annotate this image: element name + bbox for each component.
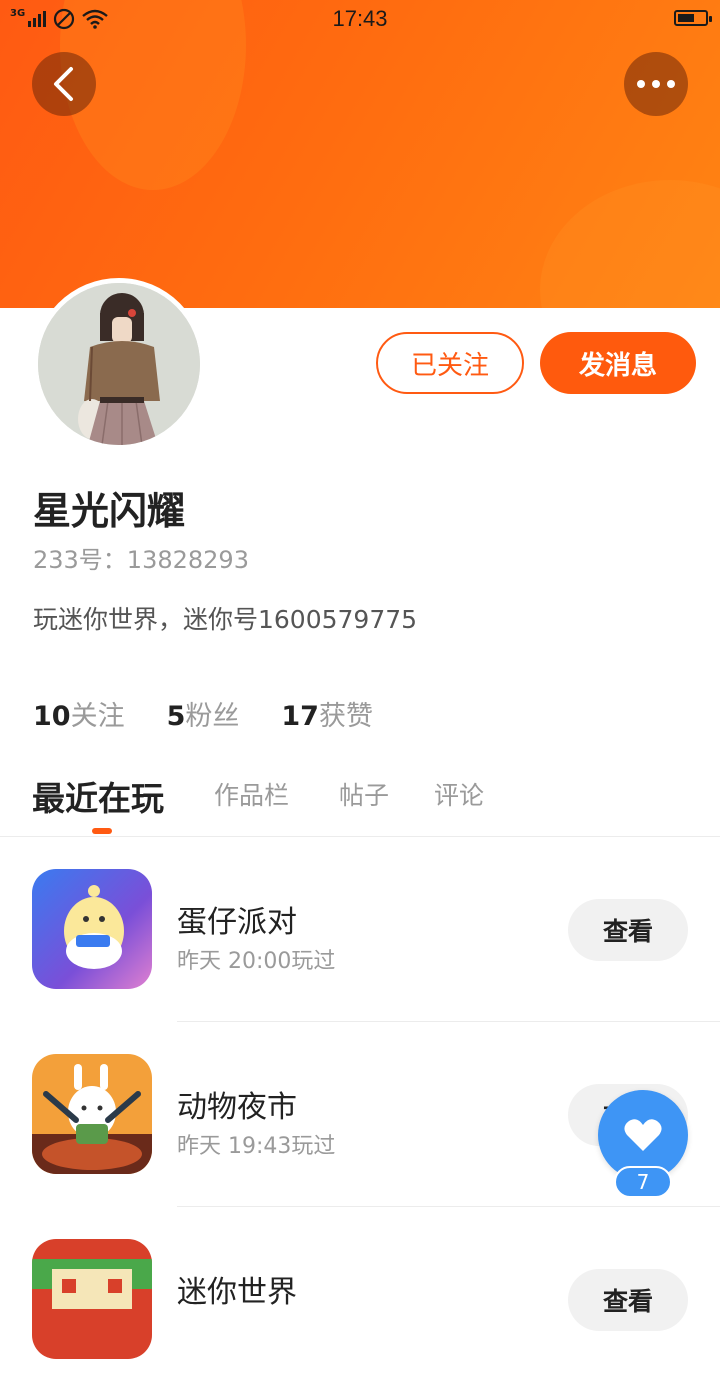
status-bar: 3G 17:43 xyxy=(0,0,720,38)
tab-comments[interactable]: 评论 xyxy=(434,776,484,812)
stat-likes-count: 17 xyxy=(281,701,319,732)
avatar-image xyxy=(38,283,200,445)
status-time: 17:43 xyxy=(332,6,388,31)
user-id: 233号：13828293 xyxy=(33,546,249,574)
stat-following-label: 关注 xyxy=(70,701,125,732)
battery-icon xyxy=(674,10,712,26)
like-count-badge: 7 xyxy=(614,1166,672,1198)
more-horizontal-icon xyxy=(637,80,675,88)
game-list-item[interactable]: 迷你世界 查看 xyxy=(0,1207,720,1392)
tab-works[interactable]: 作品栏 xyxy=(214,776,289,812)
stat-fans-label: 粉丝 xyxy=(185,701,240,732)
game-last-played: 昨天 20:00玩过 xyxy=(177,949,336,974)
game-name: 迷你世界 xyxy=(177,1275,297,1310)
game-icon-egg-party xyxy=(32,869,152,989)
stat-following-count: 10 xyxy=(33,701,71,732)
user-bio: 玩迷你世界，迷你号1600579775 xyxy=(33,605,418,634)
stat-likes-label: 获赞 xyxy=(318,701,373,732)
heart-icon xyxy=(624,1119,662,1151)
active-tab-indicator xyxy=(92,828,112,834)
view-game-button[interactable]: 查看 xyxy=(568,899,688,961)
more-button[interactable] xyxy=(624,52,688,116)
stat-fans[interactable]: 5粉丝 xyxy=(167,694,240,733)
profile-header-background xyxy=(0,0,720,308)
game-icon-animal-night-market xyxy=(32,1054,152,1174)
chevron-left-icon xyxy=(54,67,73,101)
back-button[interactable] xyxy=(32,52,96,116)
send-message-button[interactable]: 发消息 xyxy=(540,332,696,394)
profile-stats: 10关注 5粉丝 17获赞 xyxy=(33,694,415,733)
following-button[interactable]: 已关注 xyxy=(376,332,524,394)
tab-recently-played[interactable]: 最近在玩 xyxy=(32,772,164,820)
game-list-item[interactable]: 蛋仔派对 昨天 20:00玩过 查看 xyxy=(0,837,720,1022)
profile-tabs: 最近在玩 作品栏 帖子 评论 xyxy=(0,768,720,837)
stat-following[interactable]: 10关注 xyxy=(33,694,125,733)
tab-posts[interactable]: 帖子 xyxy=(339,776,389,812)
stat-likes[interactable]: 17获赞 xyxy=(281,694,373,733)
view-game-button[interactable]: 查看 xyxy=(568,1269,688,1331)
stat-fans-count: 5 xyxy=(166,701,186,732)
game-icon-mini-world xyxy=(32,1239,152,1359)
avatar[interactable] xyxy=(33,278,205,450)
game-name: 蛋仔派对 xyxy=(177,905,297,940)
username: 星光闪耀 xyxy=(33,489,186,533)
game-name: 动物夜市 xyxy=(177,1090,297,1125)
game-last-played: 昨天 19:43玩过 xyxy=(177,1134,336,1159)
